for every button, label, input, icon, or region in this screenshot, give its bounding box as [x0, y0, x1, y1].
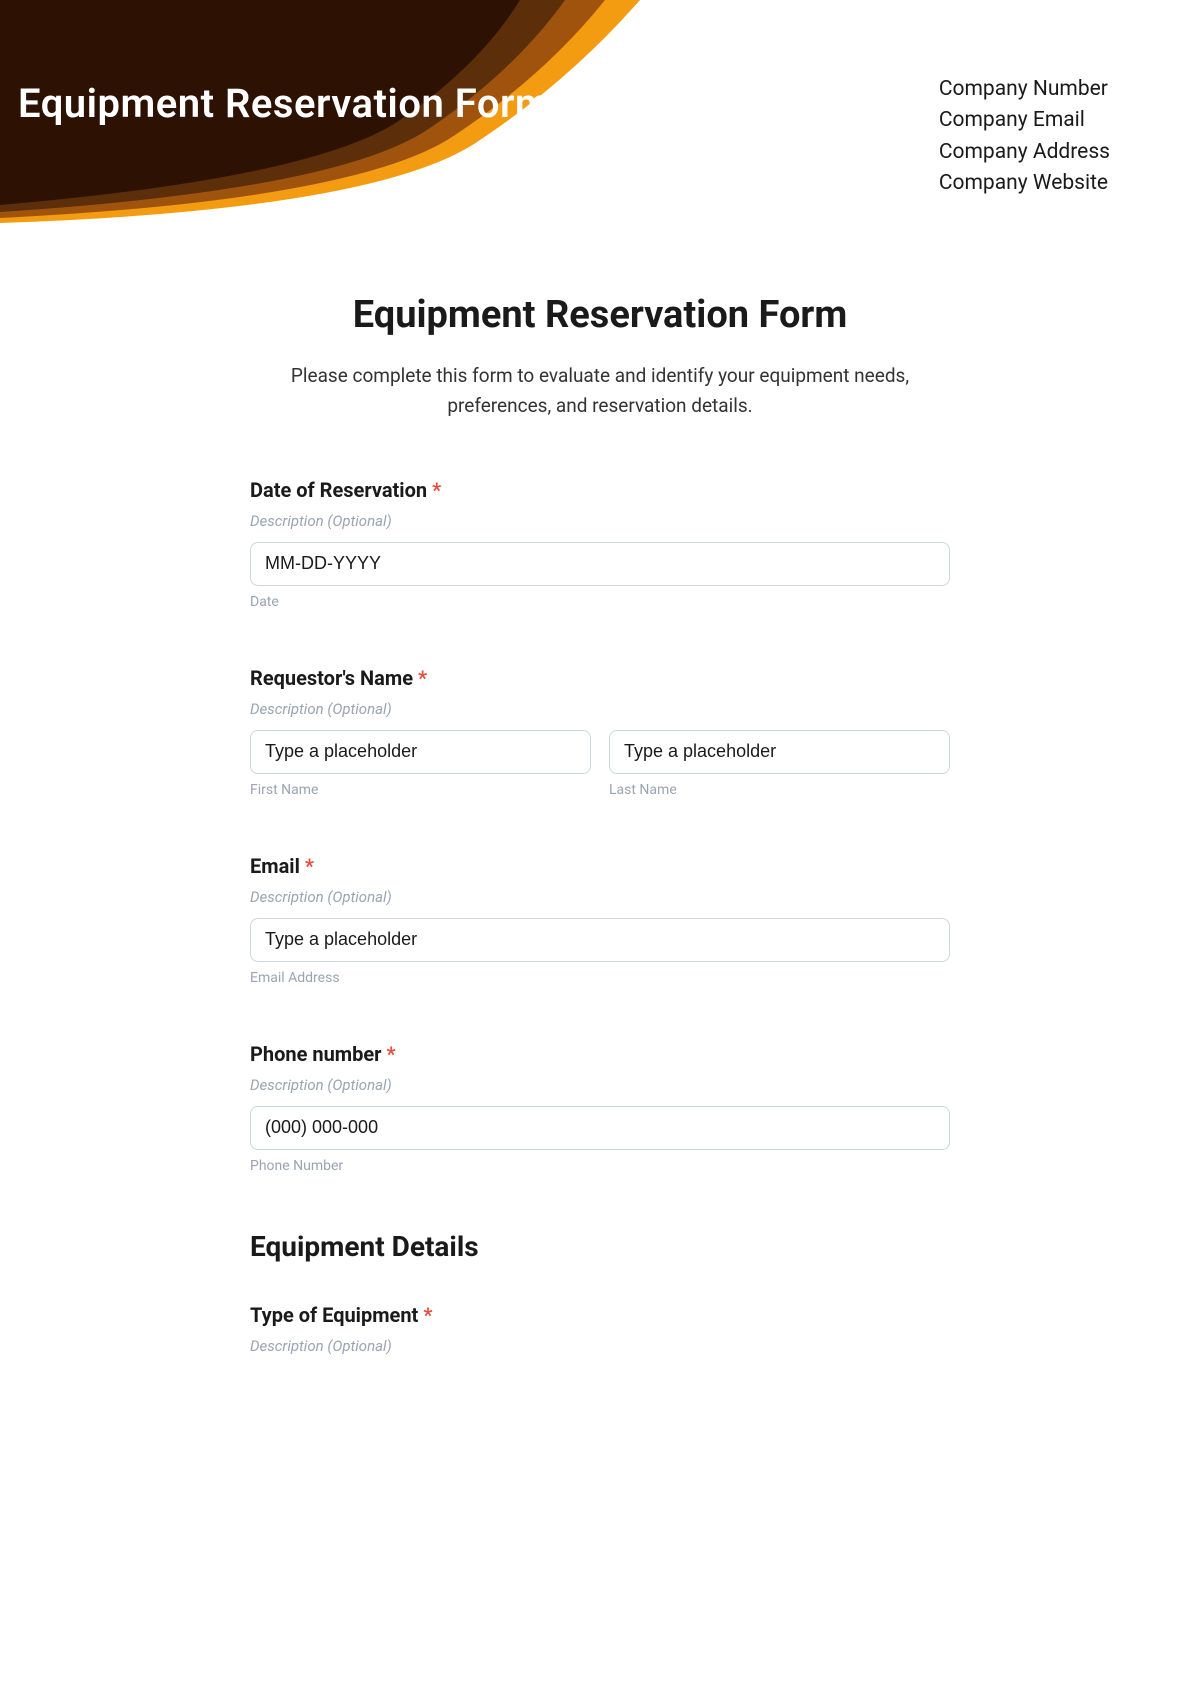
phone-description: Description (Optional) — [250, 1076, 950, 1094]
email-input[interactable] — [250, 918, 950, 962]
date-label-text: Date of Reservation — [250, 478, 427, 502]
form-container: Equipment Reservation Form Please comple… — [240, 293, 960, 1407]
phone-label-text: Phone number — [250, 1042, 381, 1066]
name-label-text: Requestor's Name — [250, 666, 413, 690]
required-asterisk: * — [423, 1303, 432, 1327]
required-asterisk: * — [432, 478, 441, 502]
required-asterisk: * — [418, 666, 427, 690]
company-address: Company Address — [939, 138, 1110, 167]
name-label: Requestor's Name * — [250, 666, 950, 690]
equipment-type-label-text: Type of Equipment — [250, 1303, 418, 1327]
first-name-sublabel: First Name — [250, 782, 591, 798]
email-description: Description (Optional) — [250, 888, 950, 906]
header-banner: Equipment Reservation Form Company Numbe… — [0, 0, 1200, 223]
date-description: Description (Optional) — [250, 512, 950, 530]
company-email: Company Email — [939, 106, 1110, 135]
email-label-text: Email — [250, 854, 300, 878]
field-date-of-reservation: Date of Reservation * Description (Optio… — [250, 478, 950, 610]
field-phone: Phone number * Description (Optional) Ph… — [250, 1042, 950, 1174]
date-label: Date of Reservation * — [250, 478, 950, 502]
equipment-type-description: Description (Optional) — [250, 1337, 950, 1355]
email-label: Email * — [250, 854, 950, 878]
required-asterisk: * — [386, 1042, 395, 1066]
first-name-input[interactable] — [250, 730, 591, 774]
required-asterisk: * — [305, 854, 314, 878]
name-description: Description (Optional) — [250, 700, 950, 718]
field-requestor-name: Requestor's Name * Description (Optional… — [250, 666, 950, 798]
last-name-sublabel: Last Name — [609, 782, 950, 798]
company-info-block: Company Number Company Email Company Add… — [939, 75, 1110, 201]
date-input[interactable] — [250, 542, 950, 586]
phone-input[interactable] — [250, 1106, 950, 1150]
company-number: Company Number — [939, 75, 1110, 104]
email-sublabel: Email Address — [250, 970, 950, 986]
header-title: Equipment Reservation Form — [18, 80, 550, 127]
equipment-type-label: Type of Equipment * — [250, 1303, 950, 1327]
phone-sublabel: Phone Number — [250, 1158, 950, 1174]
phone-label: Phone number * — [250, 1042, 950, 1066]
field-type-of-equipment: Type of Equipment * Description (Optiona… — [250, 1303, 950, 1355]
date-sublabel: Date — [250, 594, 950, 610]
form-intro: Please complete this form to evaluate an… — [250, 361, 950, 422]
field-email: Email * Description (Optional) Email Add… — [250, 854, 950, 986]
company-website: Company Website — [939, 169, 1110, 198]
equipment-details-heading: Equipment Details — [250, 1230, 950, 1263]
last-name-input[interactable] — [609, 730, 950, 774]
form-title: Equipment Reservation Form — [250, 293, 950, 337]
